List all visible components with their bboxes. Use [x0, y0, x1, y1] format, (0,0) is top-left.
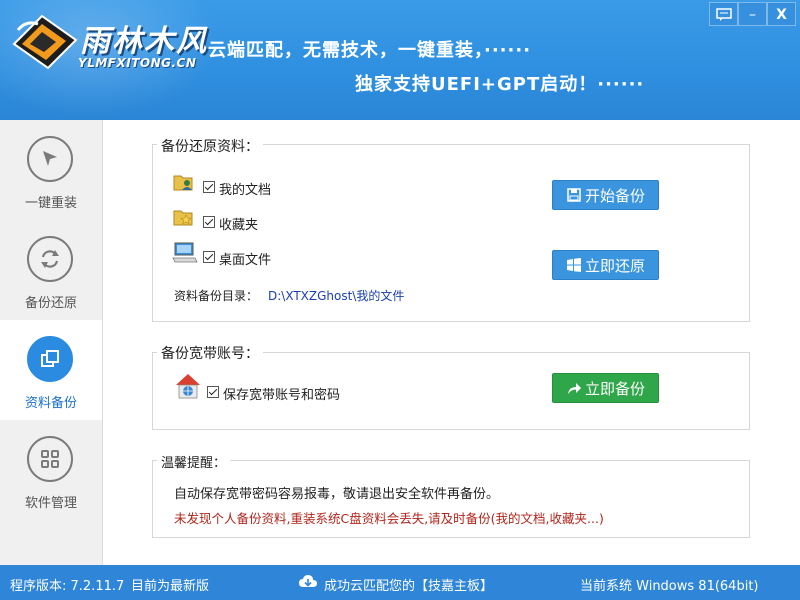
start-backup-button[interactable]: 开始备份: [552, 180, 659, 210]
favorites-label: 收藏夹: [219, 218, 259, 233]
my-documents-checkbox[interactable]: [203, 181, 215, 193]
current-system-text: 当前系统 Windows 81(64bit): [580, 579, 759, 594]
desktop-icon: [172, 242, 198, 263]
tip-line-1: 自动保存宽带密码容易报毒，敬请退出安全软件再备份。: [174, 487, 500, 502]
start-backup-label: 开始备份: [584, 187, 645, 205]
minimize-button[interactable]: –: [738, 2, 767, 26]
cursor-arrow-icon: [27, 136, 73, 182]
refresh-icon: [27, 236, 73, 282]
chat-icon: [715, 8, 732, 21]
restore-now-button[interactable]: 立即还原: [552, 250, 659, 280]
version-status: 目前为最新版: [131, 579, 210, 594]
logo-subtitle: YLMFXITONG.CN: [78, 56, 197, 70]
copy-icon: [27, 336, 73, 382]
save-broadband-checkbox[interactable]: [207, 386, 219, 398]
header-banner: 雨林木风 YLMFXITONG.CN 云端匹配，无需技术，一键重装，······…: [0, 0, 800, 120]
house-network-icon: [176, 374, 200, 399]
panel-title: 备份宽带账号：: [157, 343, 263, 363]
chat-button[interactable]: [709, 2, 738, 26]
restore-now-label: 立即还原: [584, 257, 645, 275]
sidebar-item-label: 备份还原: [24, 296, 77, 311]
windows-icon: [566, 258, 581, 272]
grid-icon: [27, 436, 73, 482]
desktop-files-label: 桌面文件: [219, 253, 272, 268]
user-folder-icon: [173, 175, 193, 191]
sidebar-item-label: 软件管理: [24, 496, 77, 511]
sidebar-item-label: 一键重装: [24, 196, 77, 211]
sidebar-item-backup-restore[interactable]: 备份还原: [0, 220, 102, 320]
desktop-files-checkbox[interactable]: [203, 251, 215, 263]
tip-line-2: 未发现个人备份资料,重装系统C盘资料会丢失,请及时备份(我的文档,收藏夹...): [174, 511, 604, 526]
save-broadband-label: 保存宽带账号和密码: [223, 388, 341, 403]
sidebar-item-data-backup[interactable]: 资料备份: [0, 320, 102, 420]
close-button[interactable]: X: [767, 2, 796, 26]
backup-dir-link[interactable]: D:\XTXZGhost\我的文件: [268, 287, 404, 304]
favorites-checkbox[interactable]: [203, 216, 215, 228]
slogan-line-2: 独家支持UEFI+GPT启动！······: [355, 74, 645, 95]
logo-icon: [12, 14, 78, 70]
save-icon: [567, 188, 581, 202]
backup-now-label: 立即备份: [584, 380, 645, 398]
backup-now-button[interactable]: 立即备份: [552, 373, 659, 403]
sidebar: 一键重装 备份还原 资料备份 软件管理: [0, 120, 103, 565]
my-documents-label: 我的文档: [219, 183, 272, 198]
backup-dir-label: 资料备份目录：: [174, 289, 259, 303]
version-text: 程序版本: 7.2.11.7: [10, 579, 125, 594]
panel-title: 备份还原资料：: [157, 136, 263, 156]
cloud-match-text: 成功云匹配您的【技嘉主板】: [324, 579, 494, 594]
folder-star-icon: [173, 210, 193, 226]
sidebar-item-label: 资料备份: [24, 396, 77, 411]
status-bar: 程序版本: 7.2.11.7 目前为最新版 成功云匹配您的【技嘉主板】 当前系统…: [0, 565, 800, 600]
cloud-download-icon: [299, 575, 317, 587]
panel-title: 温馨提醒：: [157, 452, 231, 471]
sidebar-item-one-key-reinstall[interactable]: 一键重装: [0, 120, 102, 220]
share-arrow-icon: [567, 383, 581, 394]
logo-title: 雨林木风: [80, 24, 208, 59]
sidebar-item-software-manage[interactable]: 软件管理: [0, 420, 102, 520]
slogan-line-1: 云端匹配，无需技术，一键重装，······: [208, 40, 532, 61]
